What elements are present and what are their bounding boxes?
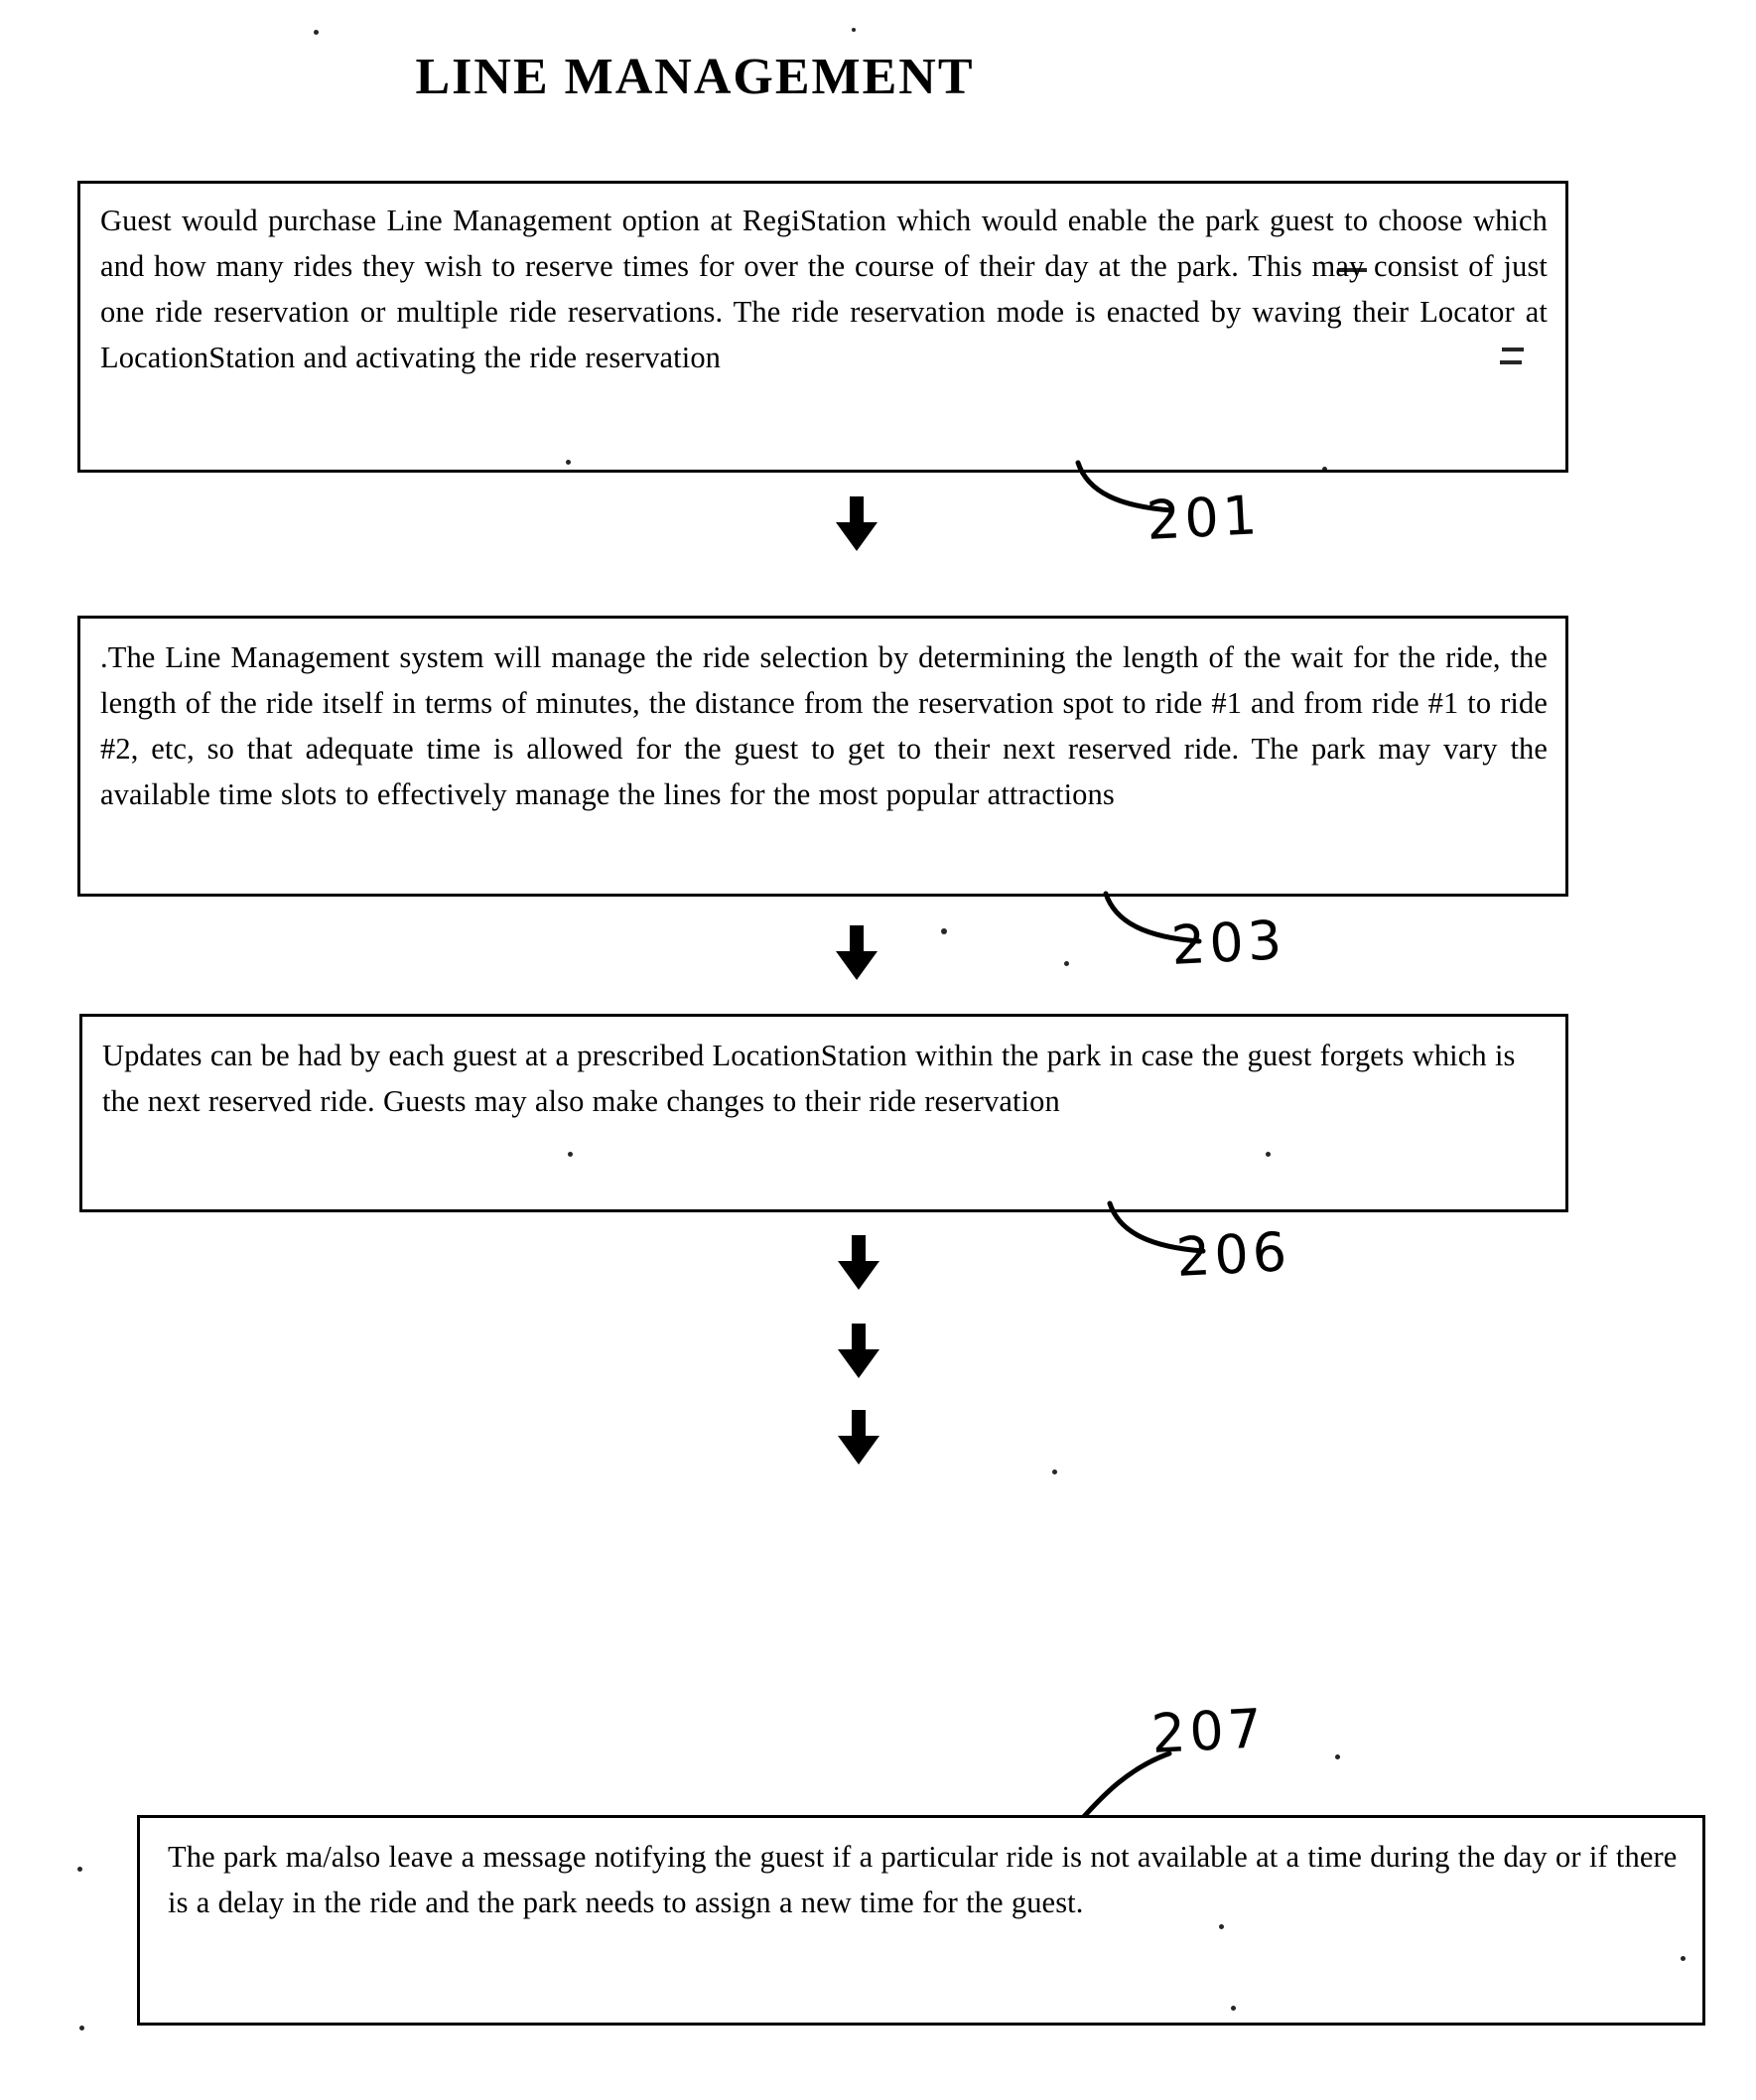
scan-speckle [79, 2026, 84, 2030]
scan-speckle [1266, 1152, 1271, 1157]
scan-speckle [566, 460, 571, 465]
scan-speckle [1502, 348, 1524, 351]
scan-speckle [1322, 467, 1327, 472]
scan-speckle [1231, 2006, 1236, 2011]
page-title: LINE MANAGEMENT [415, 48, 975, 105]
scan-speckle [1064, 961, 1069, 966]
flow-step-text-206: Updates can be had by each guest at a pr… [102, 1039, 1516, 1118]
flow-step-text-203: .The Line Management system will manage … [100, 640, 1548, 811]
scan-speckle [1500, 360, 1522, 364]
flow-step-box-201: Guest would purchase Line Management opt… [77, 181, 1568, 473]
down-arrow-icon [836, 1410, 881, 1466]
down-arrow-icon [836, 1235, 881, 1291]
flow-step-text-207: The park ma/also leave a message notifyi… [168, 1840, 1678, 1919]
down-arrow-icon [834, 496, 879, 552]
scan-speckle [1681, 1956, 1686, 1961]
scan-speckle [1219, 1924, 1224, 1929]
flow-step-box-203: .The Line Management system will manage … [77, 616, 1568, 897]
scan-speckle [568, 1152, 573, 1157]
down-arrow-icon [836, 1324, 881, 1379]
scan-speckle [1337, 268, 1367, 272]
reference-numeral-206: 206 [1174, 1220, 1292, 1289]
down-arrow-icon [834, 925, 879, 981]
scan-speckle [941, 928, 947, 934]
reference-numeral-207: 207 [1149, 1697, 1268, 1765]
flow-step-text-201: Guest would purchase Line Management opt… [100, 204, 1548, 374]
reference-numeral-203: 203 [1169, 909, 1287, 977]
scan-speckle [852, 28, 856, 32]
scan-speckle [77, 1867, 82, 1872]
reference-numeral-201: 201 [1145, 484, 1263, 552]
flow-step-box-206: Updates can be had by each guest at a pr… [79, 1014, 1568, 1212]
flow-step-box-207: The park ma/also leave a message notifyi… [137, 1815, 1705, 2026]
scan-speckle [1052, 1470, 1057, 1474]
scan-speckle [314, 30, 319, 35]
scan-speckle [1335, 1754, 1340, 1759]
